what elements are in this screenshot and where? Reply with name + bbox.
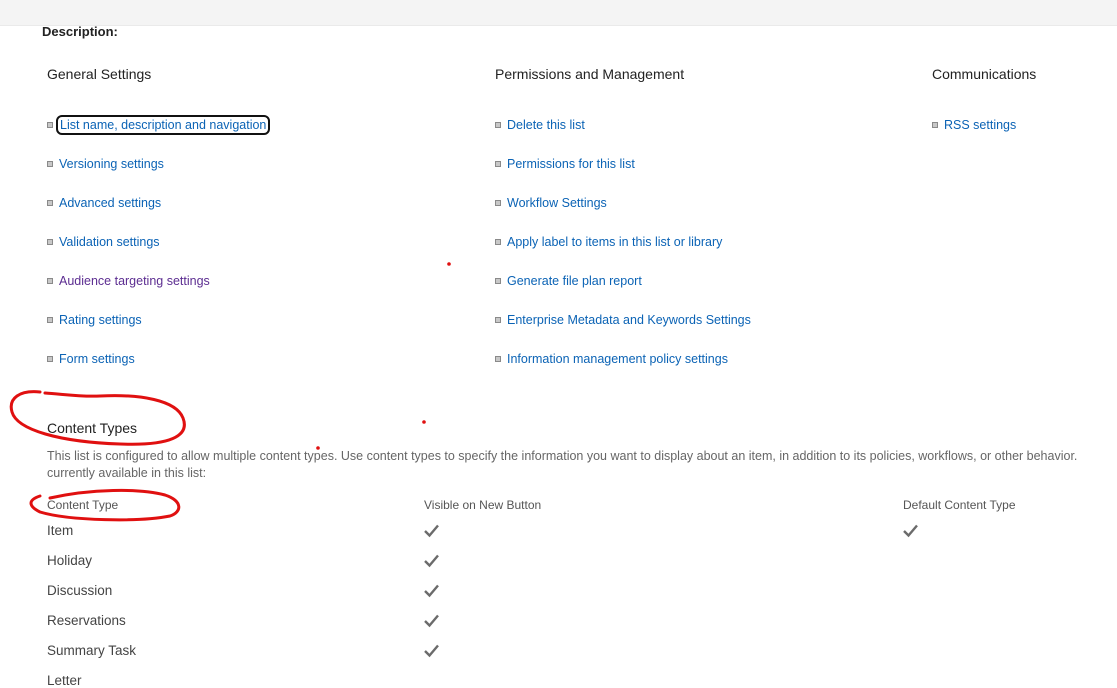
- annotation-dots: [316, 262, 451, 450]
